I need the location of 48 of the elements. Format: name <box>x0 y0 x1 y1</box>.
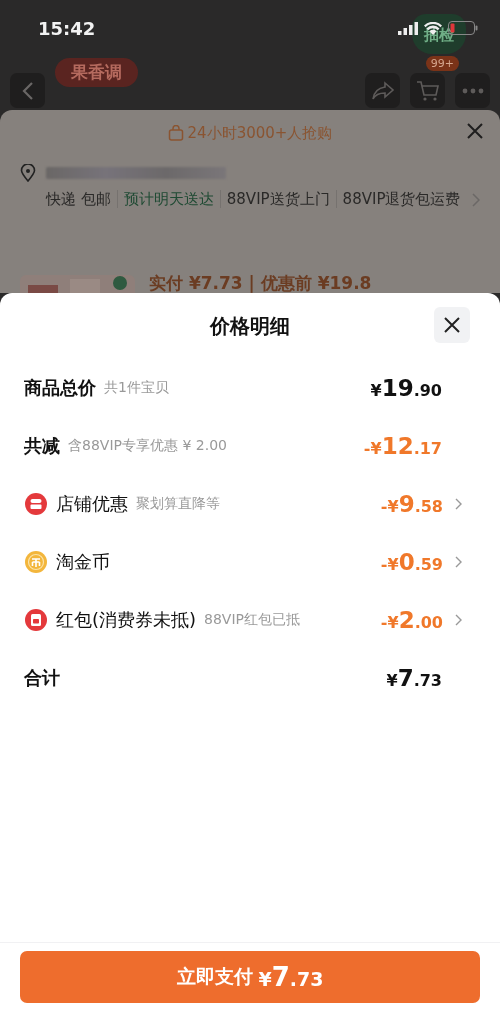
sheet-title: 价格明细 <box>210 312 290 340</box>
chevron-icon[interactable] <box>472 193 480 207</box>
amount-value: -¥12.17 <box>363 433 442 459</box>
row-label: 红包(消费券未抵) <box>56 608 197 632</box>
row-label: 淘金币 <box>56 550 110 574</box>
more-icon <box>461 87 484 94</box>
cart-icon <box>415 79 440 102</box>
chevron-icon[interactable] <box>455 556 462 568</box>
amount-value: -¥0.59 <box>380 549 443 575</box>
row-label: 商品总价 <box>24 376 96 400</box>
row-label: 合计 <box>24 666 60 690</box>
delivery-tag: 快递 包邮 <box>46 190 111 208</box>
row-label: 共减 <box>24 434 60 458</box>
more-button[interactable] <box>455 73 490 108</box>
row-note: 含88VIP专享优惠 ¥ 2.00 <box>68 437 227 455</box>
chevron-icon[interactable] <box>455 614 462 626</box>
bag-icon <box>167 125 184 141</box>
signal-icon <box>398 21 418 35</box>
back-button[interactable] <box>10 73 45 108</box>
row-label: 店铺优惠 <box>56 492 128 516</box>
delivery-tag: 88VIP送货上门 <box>219 190 330 208</box>
close-button[interactable] <box>434 307 470 343</box>
row-note: 聚划算直降等 <box>136 495 220 513</box>
price-summary: 实付 ¥7.73 | 优惠前 ¥19.8 <box>149 275 372 293</box>
location-icon <box>20 164 36 182</box>
row-note: 共1件宝贝 <box>104 379 169 397</box>
sales-headline: 24小时3000+人抢购 <box>187 123 333 143</box>
amount-value: ¥19.90 <box>370 375 442 401</box>
amount-value: -¥9.58 <box>380 491 443 517</box>
delivery-tag: 88VIP退货包运费 <box>335 190 461 208</box>
cart-button[interactable] <box>410 73 445 108</box>
pay-now-button[interactable]: 立即支付 ¥7.73 <box>20 951 480 1003</box>
product-tag: 果香调 <box>55 58 138 87</box>
back-icon <box>21 80 34 101</box>
share-button[interactable] <box>365 73 400 108</box>
share-icon <box>370 80 395 101</box>
clock-time: 15:42 <box>38 17 96 39</box>
close-icon <box>443 316 461 334</box>
coin-icon <box>24 550 48 574</box>
row-note: 88VIP红包已抵 <box>204 611 300 629</box>
delivery-tag: 预计明天送达 <box>116 190 214 208</box>
cart-count-badge: 99+ <box>425 56 459 71</box>
shop-icon <box>24 492 48 516</box>
amount-value: ¥7.73 <box>386 665 442 691</box>
close-icon[interactable] <box>466 122 484 140</box>
chevron-icon[interactable] <box>455 498 462 510</box>
envelope-icon <box>24 608 48 632</box>
amount-value: -¥2.00 <box>380 607 443 633</box>
